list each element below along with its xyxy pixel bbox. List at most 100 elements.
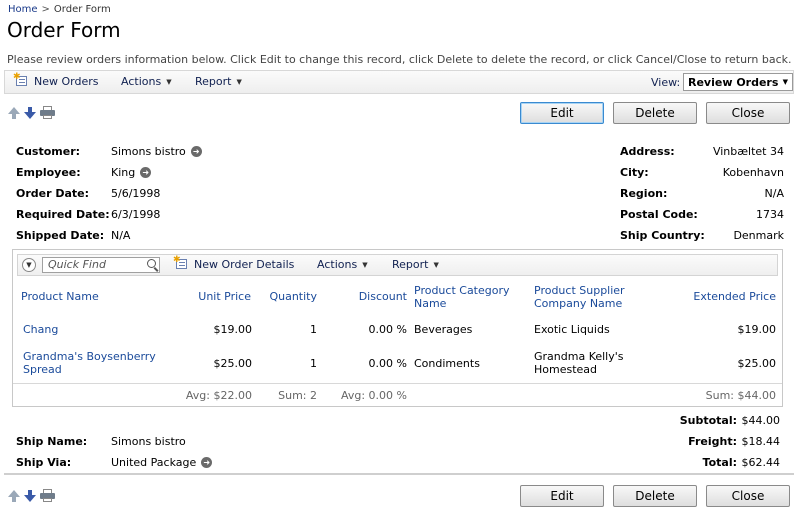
postal-code-value: 1734 — [756, 208, 784, 221]
footer-sum-quantity: Sum: 2 — [278, 389, 317, 402]
required-date-label: Required Date: — [16, 208, 110, 221]
row-2-category: Condiments — [414, 357, 480, 370]
print-icon[interactable] — [40, 106, 55, 119]
report-label: Report — [195, 75, 232, 88]
print-icon[interactable] — [40, 489, 55, 502]
footer-avg-discount: Avg: 0.00 % — [340, 389, 407, 402]
row-2-extended-price: $25.00 — [737, 357, 777, 370]
actions-menu[interactable]: Actions ▼ — [121, 75, 172, 88]
subtotal-label: Subtotal: — [679, 414, 737, 427]
new-order-details-label: New Order Details — [194, 258, 295, 271]
ship-country-value: Denmark — [733, 229, 784, 242]
employee-value: King ➜ — [111, 166, 152, 179]
row-1-discount: 0.00 % — [368, 323, 407, 336]
new-document-icon: ✱ — [173, 256, 190, 271]
collapse-toggle-icon[interactable]: ▼ — [22, 258, 36, 272]
column-header-category[interactable]: Product Category Name — [414, 284, 510, 310]
row-2-unit-price: $25.00 — [213, 357, 253, 370]
order-details-grid: ▼ Quick Find ✱ New Order Details Actions… — [12, 249, 783, 407]
report-menu[interactable]: Report ▼ — [195, 75, 242, 88]
close-button-bottom[interactable]: Close — [706, 485, 790, 507]
delete-button[interactable]: Delete — [613, 102, 697, 124]
row-1-extended-price: $19.00 — [737, 323, 777, 336]
previous-record-icon[interactable] — [8, 489, 20, 502]
freight-value: $18.44 — [741, 435, 781, 448]
column-header-product-name[interactable]: Product Name — [21, 290, 99, 303]
footer-avg-unit-price: Avg: $22.00 — [185, 389, 252, 402]
breadcrumb-current: Order Form — [53, 4, 111, 15]
row-1-product-link[interactable]: Chang — [23, 323, 58, 336]
column-header-supplier-line2: Company Name — [534, 297, 623, 310]
details-toolbar: ▼ Quick Find ✱ New Order Details Actions… — [17, 254, 778, 276]
grid-footer: Avg: $22.00 Sum: 2 Avg: 0.00 % Sum: $44.… — [13, 383, 782, 407]
go-arrow-icon[interactable]: ➜ — [190, 146, 202, 157]
column-header-extended-price[interactable]: Extended Price — [673, 290, 776, 303]
caret-down-icon: ▼ — [433, 260, 439, 269]
search-icon[interactable] — [147, 259, 156, 268]
column-header-unit-price[interactable]: Unit Price — [173, 290, 251, 303]
column-header-quantity[interactable]: Quantity — [253, 290, 317, 303]
row-2-product-line2: Spread — [23, 363, 62, 376]
quick-find-input[interactable]: Quick Find — [42, 257, 160, 273]
row-1-supplier: Exotic Liquids — [534, 323, 610, 336]
breadcrumb: Home > Order Form — [8, 4, 111, 15]
caret-down-icon: ▼ — [236, 77, 242, 86]
total-value: $62.44 — [741, 456, 781, 469]
city-value: Kobenhavn — [722, 166, 784, 179]
main-toolbar: ✱ New Orders Actions ▼ Report ▼ View: Revi… — [4, 70, 794, 94]
record-nav-bottom — [8, 489, 55, 502]
previous-record-icon[interactable] — [8, 106, 20, 119]
go-arrow-icon[interactable]: ➜ — [140, 167, 152, 178]
bottom-divider — [4, 473, 794, 475]
dropdown-arrow-icon: ▼ — [782, 78, 788, 86]
details-actions-menu[interactable]: Actions ▼ — [317, 258, 368, 271]
caret-down-icon: ▼ — [166, 77, 172, 86]
customer-value: Simons bistro ➜ — [111, 145, 202, 158]
next-record-icon[interactable] — [24, 106, 36, 119]
page-description: Please review orders information below. … — [7, 53, 792, 66]
details-report-menu[interactable]: Report ▼ — [392, 258, 439, 271]
row-2-quantity: 1 — [310, 357, 317, 370]
region-value: N/A — [764, 187, 784, 200]
next-record-icon[interactable] — [24, 489, 36, 502]
details-report-label: Report — [392, 258, 429, 271]
order-date-value: 5/6/1998 — [111, 187, 161, 200]
address-value: Vinbæltet 34 — [712, 145, 784, 158]
new-document-icon: ✱ — [13, 73, 30, 88]
customer-text: Simons bistro — [111, 145, 186, 158]
ship-name-label: Ship Name: — [16, 435, 88, 448]
new-order-details-button[interactable]: ✱ New Order Details — [173, 256, 295, 272]
column-header-discount[interactable]: Discount — [331, 290, 407, 303]
close-button[interactable]: Close — [706, 102, 790, 124]
delete-button-bottom[interactable]: Delete — [613, 485, 697, 507]
column-header-supplier[interactable]: Product Supplier Company Name — [534, 284, 625, 310]
edit-button-bottom[interactable]: Edit — [520, 485, 604, 507]
row-1-category: Beverages — [414, 323, 473, 336]
row-2-product-line1: Grandma's Boysenberry — [23, 350, 156, 363]
row-2-product-link[interactable]: Grandma's Boysenberry Spread — [23, 350, 156, 376]
address-label: Address: — [620, 145, 675, 158]
record-nav-top — [8, 106, 55, 119]
footer-sum-extended-price: Sum: $44.00 — [705, 389, 776, 402]
region-label: Region: — [620, 187, 668, 200]
view-select[interactable]: Review Orders ▼ — [683, 73, 793, 91]
employee-text: King — [111, 166, 136, 179]
new-orders-button[interactable]: ✱ New Orders — [13, 73, 99, 89]
breadcrumb-home-link[interactable]: Home — [8, 4, 38, 15]
new-orders-label: New Orders — [34, 75, 99, 88]
shipped-date-label: Shipped Date: — [16, 229, 105, 242]
subtotal-value: $44.00 — [741, 414, 781, 427]
ship-via-text: United Package — [111, 456, 197, 469]
freight-label: Freight: — [688, 435, 737, 448]
page-title: Order Form — [7, 18, 121, 42]
required-date-value: 6/3/1998 — [111, 208, 161, 221]
row-2-discount: 0.00 % — [368, 357, 407, 370]
go-arrow-icon[interactable]: ➜ — [201, 457, 213, 468]
edit-button[interactable]: Edit — [520, 102, 604, 124]
quick-find-placeholder: Quick Find — [48, 258, 106, 271]
column-header-supplier-line1: Product Supplier — [534, 284, 625, 297]
column-header-category-line1: Product Category — [414, 284, 510, 297]
city-label: City: — [620, 166, 649, 179]
order-date-label: Order Date: — [16, 187, 90, 200]
customer-label: Customer: — [16, 145, 81, 158]
